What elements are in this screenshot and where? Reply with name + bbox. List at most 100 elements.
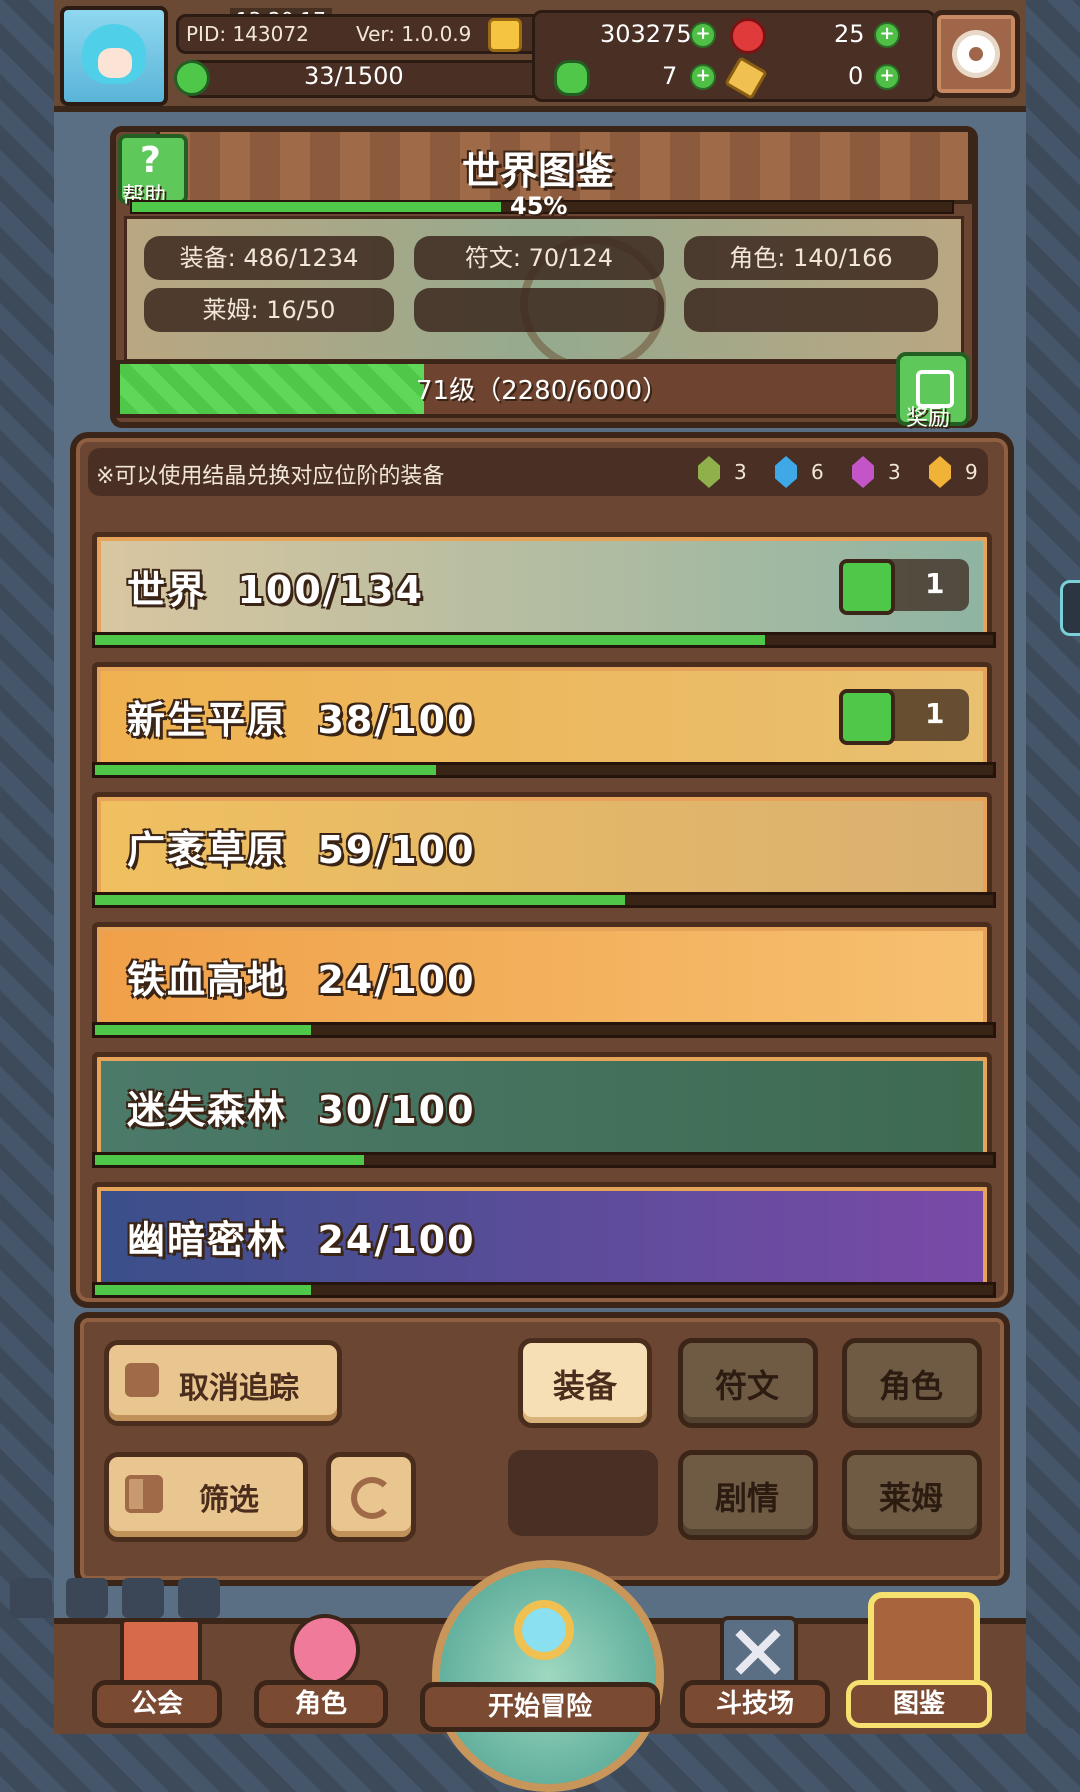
nav-codex-label: 图鉴 (846, 1680, 992, 1728)
character-tab[interactable]: 角色 (842, 1338, 982, 1428)
thumbs-up-icon (125, 1363, 159, 1397)
untrack-button[interactable]: 取消追踪 (104, 1340, 342, 1426)
nav-arena-button[interactable]: 斗技场 (680, 1600, 830, 1728)
stat-empty-2 (684, 288, 938, 332)
area-progress-fill (95, 1155, 365, 1165)
equipment-tab-label: 装备 (553, 1367, 618, 1405)
stat-equipment: 装备: 486/1234 (144, 236, 394, 280)
area-progress-bar (92, 762, 996, 778)
rune-tab[interactable]: 符文 (678, 1338, 818, 1428)
area-name: 幽暗密林 (127, 1218, 288, 1262)
area-progress-fill (95, 895, 625, 905)
area-progress: 38/100 (317, 698, 476, 742)
crystal-icon (698, 456, 720, 488)
area-card[interactable]: 广袤草原 59/100 (92, 792, 992, 906)
avatar[interactable] (60, 6, 168, 106)
nav-character-button[interactable]: 角色 (254, 1600, 388, 1728)
add-clover-button[interactable]: + (690, 64, 716, 90)
slime-tab[interactable]: 莱姆 (842, 1450, 982, 1540)
stamina-value: 33/1500 (304, 62, 404, 90)
area-title: 铁血高地 24/100 (127, 949, 476, 1004)
area-progress: 30/100 (317, 1088, 476, 1132)
area-progress-bar (92, 1022, 996, 1038)
stat-slime: 莱姆: 16/50 (144, 288, 394, 332)
gem-counts: 3 6 3 9 (698, 454, 988, 494)
tracked-badge[interactable]: 1 (839, 689, 969, 745)
player-pid: PID: 143072 (186, 22, 309, 46)
area-progress-fill (95, 1285, 311, 1295)
question-icon: ? (140, 140, 161, 181)
area-card[interactable]: 新生平原 38/100 1 (92, 662, 992, 776)
area-name: 广袤草原 (127, 828, 288, 872)
notice-text: ※可以使用结晶兑换对应位阶的装备 (96, 464, 445, 489)
codex-progress-fill (132, 202, 501, 212)
equipment-tab[interactable]: 装备 (518, 1338, 652, 1428)
nav-adventure-button[interactable]: 开始冒险 (420, 1560, 664, 1792)
area-title: 广袤草原 59/100 (127, 819, 476, 874)
crystal-count: 3 (734, 460, 747, 484)
filter-icon (125, 1475, 163, 1513)
area-title: 新生平原 38/100 (127, 689, 476, 744)
area-card[interactable]: 铁血高地 24/100 (92, 922, 992, 1036)
key-value: 0 (848, 62, 864, 90)
area-card[interactable]: 世界 100/134 1 (92, 532, 992, 646)
filter-label: 筛选 (199, 1483, 259, 1518)
reward-label: 奖励 (906, 406, 951, 431)
crystal-icon (852, 456, 874, 488)
nav-guild-button[interactable]: 公会 (92, 1600, 222, 1728)
adventure-globe (432, 1560, 664, 1792)
crystal-icon (929, 456, 951, 488)
area-name: 铁血高地 (127, 958, 288, 1002)
area-progress-bar (92, 632, 996, 648)
untrack-label: 取消追踪 (179, 1371, 299, 1406)
nav-character-label: 角色 (254, 1680, 388, 1728)
crystal-count: 6 (811, 460, 824, 484)
stat-character: 角色: 140/166 (684, 236, 938, 280)
area-progress: 24/100 (317, 1218, 476, 1262)
level-fill (120, 364, 424, 414)
rune-tab-label: 符文 (715, 1367, 780, 1405)
side-handle[interactable] (1060, 580, 1080, 636)
thumbs-up-icon (839, 559, 895, 615)
magnifier-icon (514, 1600, 574, 1660)
gold-coin-icon (488, 18, 522, 52)
nav-codex-button[interactable]: 图鉴 (846, 1592, 992, 1728)
area-title: 幽暗密林 24/100 (127, 1209, 476, 1264)
avatar-face (98, 48, 132, 78)
area-progress: 100/134 (237, 568, 425, 612)
character-icon (290, 1614, 360, 1686)
area-progress-bar (92, 892, 996, 908)
crystal-count: 3 (888, 460, 901, 484)
add-key-button[interactable]: + (874, 64, 900, 90)
area-card[interactable]: 幽暗密林 24/100 (92, 1182, 992, 1296)
area-progress-fill (95, 765, 437, 775)
area-progress: 59/100 (317, 828, 476, 872)
stamina-icon (174, 60, 210, 96)
settings-button[interactable] (932, 10, 1020, 98)
add-gold-button[interactable]: + (690, 22, 716, 48)
add-ruby-button[interactable]: + (874, 22, 900, 48)
area-progress-bar (92, 1152, 996, 1168)
character-tab-label: 角色 (879, 1367, 944, 1405)
speed-control-1[interactable] (10, 1578, 52, 1618)
gear-hole (969, 47, 983, 61)
nav-arena-label: 斗技场 (680, 1680, 830, 1728)
area-progress-fill (95, 1025, 311, 1035)
area-progress: 24/100 (317, 958, 476, 1002)
story-tab-label: 剧情 (715, 1479, 780, 1517)
reset-filter-button[interactable] (326, 1452, 416, 1542)
codex-title: 世界图鉴 (462, 149, 615, 193)
ruby-value: 25 (834, 20, 865, 48)
area-progress-fill (95, 635, 765, 645)
filter-button[interactable]: 筛选 (104, 1452, 308, 1542)
refresh-icon (351, 1477, 393, 1519)
slime-tab-label: 莱姆 (879, 1479, 944, 1517)
crossed-swords-icon (720, 1616, 798, 1688)
story-tab[interactable]: 剧情 (678, 1450, 818, 1540)
area-progress-bar (92, 1282, 996, 1298)
area-name: 新生平原 (127, 698, 288, 742)
area-card[interactable]: 迷失森林 30/100 (92, 1052, 992, 1166)
tracked-badge[interactable]: 1 (839, 559, 969, 615)
nav-adventure-label: 开始冒险 (420, 1682, 660, 1732)
level-text: 71级（2280/6000） (416, 376, 669, 406)
